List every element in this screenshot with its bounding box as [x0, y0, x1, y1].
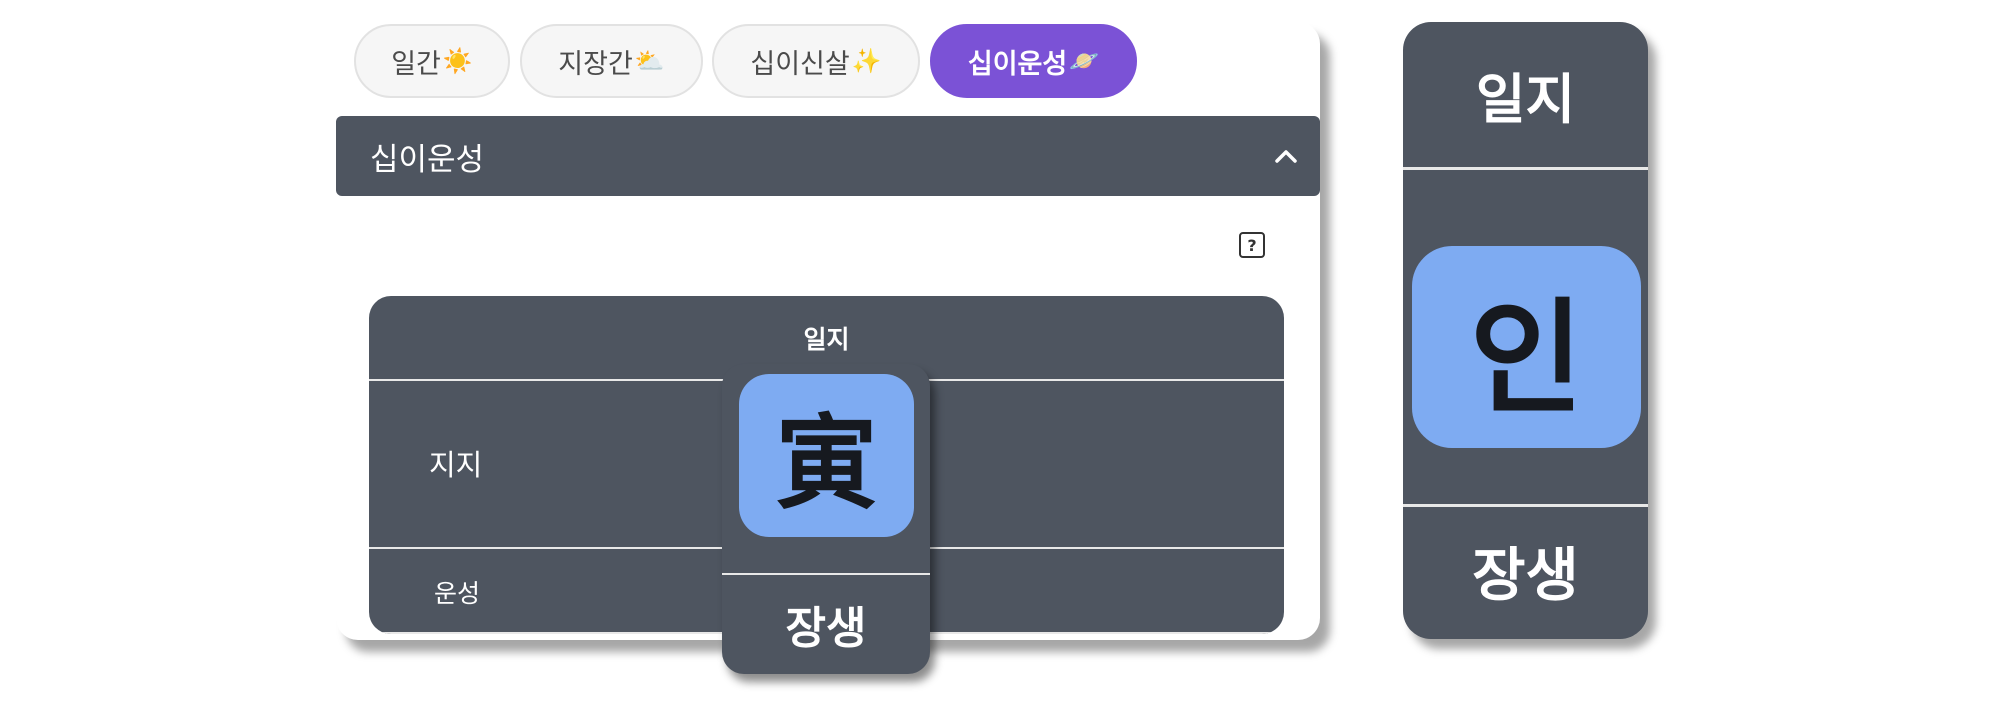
tab-label: 지장간 [558, 48, 633, 80]
tab-label: 십이운성 [967, 48, 1068, 80]
zoom-hangul-tile: 인 [1412, 246, 1641, 448]
highlighted-cell[interactable]: 寅 장생 [722, 364, 930, 674]
help-symbol: ? [1247, 235, 1257, 255]
tab-label: 일간 [391, 48, 441, 80]
zoom-stage: 장생 [1472, 541, 1579, 609]
jiji-tile: 寅 [739, 374, 914, 537]
cloud-sun-icon: ⛅ [634, 47, 665, 75]
tab-sipisinsal[interactable]: 십이신살 ✨ [712, 24, 920, 98]
tab-ilgan[interactable]: 일간 ☀️ [354, 24, 510, 98]
unseong-value: 장생 [785, 603, 867, 654]
tab-sipiunseong[interactable]: 십이운성 🪐 [930, 24, 1137, 98]
accordion-header[interactable]: 십이운성 [336, 116, 1320, 196]
row-label-jiji: 지지 [429, 448, 483, 482]
tab-jijanggan[interactable]: 지장간 ⛅ [520, 24, 703, 98]
zoom-divider [1403, 167, 1648, 170]
sparkles-icon: ✨ [851, 47, 882, 75]
planet-icon: 🪐 [1069, 47, 1100, 75]
sun-icon: ☀️ [442, 47, 473, 75]
tab-label: 십이신살 [750, 48, 850, 80]
help-icon[interactable]: ? [1239, 232, 1265, 258]
row-label-unseong: 운성 [434, 579, 481, 608]
chevron-up-icon[interactable] [1270, 140, 1302, 172]
zoom-divider [1403, 504, 1648, 507]
zoom-panel: 일지 인 장생 [1403, 22, 1648, 639]
cell-divider [722, 573, 930, 575]
accordion-title: 십이운성 [370, 141, 485, 178]
zoom-header: 일지 [1475, 67, 1576, 131]
